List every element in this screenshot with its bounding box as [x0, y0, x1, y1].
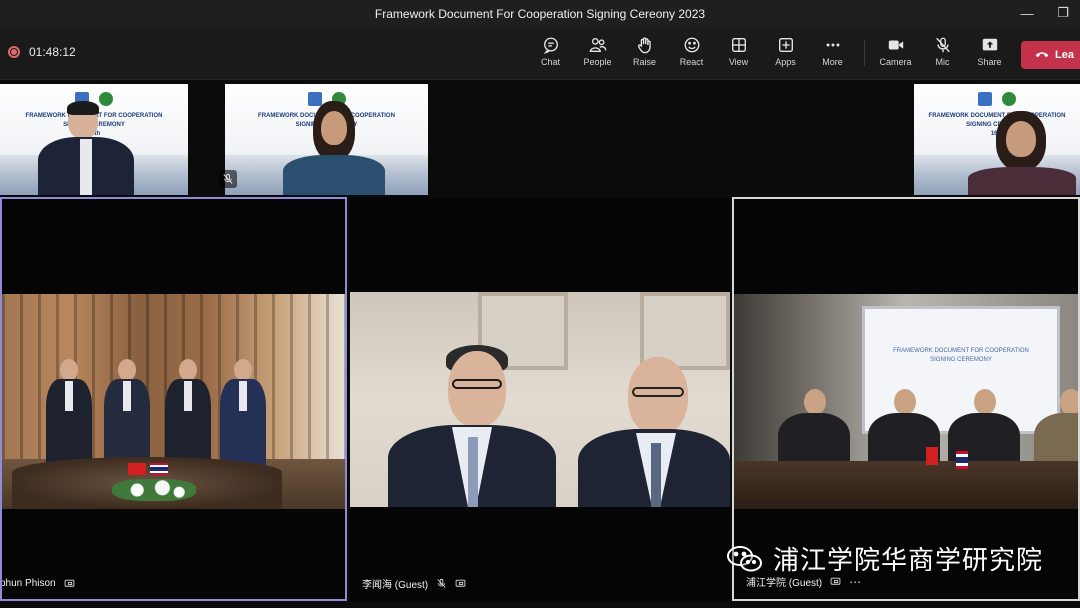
people-icon — [589, 38, 606, 52]
person — [220, 359, 266, 469]
mic-muted-icon — [437, 578, 446, 588]
china-flag-icon — [128, 463, 146, 475]
participant-video — [968, 111, 1076, 195]
mic-muted-indicator — [219, 170, 237, 188]
view-icon — [731, 38, 746, 52]
window-controls: — ❐ — [1018, 4, 1072, 22]
participant-video — [2, 294, 345, 509]
screen-share-icon — [455, 579, 466, 587]
slide-logos — [978, 92, 1016, 106]
conference-table — [734, 461, 1078, 509]
toolbar-separator — [864, 40, 865, 66]
thailand-flag-icon — [150, 463, 168, 475]
screen-share-icon — [830, 577, 841, 585]
meeting-toolbar: 01:48:12 Chat People Raise React View Ap… — [0, 28, 1080, 80]
recording-icon — [8, 46, 20, 58]
china-flag-icon — [926, 447, 938, 465]
camera-icon — [888, 40, 903, 50]
hang-up-icon — [1035, 52, 1049, 58]
raise-hand-button[interactable]: Raise — [621, 36, 668, 67]
participant-tile[interactable]: 李闻海 (Guest) — [350, 197, 730, 601]
screen-share-icon — [64, 579, 74, 587]
person — [778, 389, 850, 469]
shield-logo-icon — [307, 92, 322, 106]
react-button[interactable]: React — [668, 36, 715, 67]
people-button[interactable]: People — [574, 36, 621, 67]
person — [388, 345, 556, 507]
teams-meeting-window: Framework Document For Cooperation Signi… — [0, 0, 1080, 608]
participant-video: FRAMEWORK DOCUMENT FOR COOPERATION SIGNIN… — [734, 294, 1078, 509]
window-title: Framework Document For Cooperation Signi… — [374, 7, 706, 21]
raise-hand-icon — [637, 37, 651, 54]
seal-logo-icon — [1002, 92, 1016, 106]
more-button[interactable]: More — [809, 36, 856, 67]
toolbar-main-group: Chat People Raise React View Apps More — [527, 36, 856, 67]
chat-icon — [543, 37, 558, 54]
participant-name: phun Phison — [0, 578, 56, 589]
mic-muted-icon — [935, 37, 950, 53]
thailand-flag-icon — [956, 451, 968, 469]
person — [578, 357, 730, 507]
share-button[interactable]: Share — [966, 36, 1013, 67]
participant-name: 李闻海 (Guest) — [362, 580, 429, 591]
participant-name-plate: 李闻海 (Guest) — [362, 576, 466, 591]
recording-indicator: 01:48:12 — [8, 45, 76, 59]
mic-muted-icon — [223, 174, 233, 184]
wechat-watermark: 浦江学院华商学研究院 — [725, 540, 1043, 577]
apps-button[interactable]: Apps — [762, 36, 809, 67]
wechat-icon — [725, 544, 765, 574]
react-icon — [684, 37, 699, 53]
mic-button[interactable]: Mic — [919, 36, 966, 67]
participant-thumbnail[interactable]: FRAMEWORK DOCUMENT FOR COOPERATIONSIGNIN… — [225, 84, 428, 195]
share-icon — [982, 38, 997, 51]
projection-slide-text: FRAMEWORK DOCUMENT FOR COOPERATION SIGNIN… — [893, 348, 1029, 363]
participant-video — [38, 101, 134, 195]
person — [165, 359, 211, 469]
person — [46, 359, 92, 469]
participant-name-plate: phun Phison — [0, 578, 75, 589]
chat-button[interactable]: Chat — [527, 36, 574, 67]
title-bar: Framework Document For Cooperation Signi… — [0, 0, 1080, 28]
leave-button[interactable]: Lea — [1021, 41, 1080, 69]
restore-icon[interactable]: ❐ — [1054, 4, 1072, 22]
recording-timer: 01:48:12 — [29, 45, 76, 59]
minimize-icon[interactable]: — — [1018, 4, 1036, 22]
view-button[interactable]: View — [715, 36, 762, 67]
watermark-text: 浦江学院华商学研究院 — [773, 546, 1044, 576]
person — [104, 359, 150, 469]
toolbar-device-group: Camera Mic Share — [872, 36, 1013, 67]
apps-icon — [778, 38, 793, 52]
participant-tile[interactable]: phun Phison — [0, 197, 347, 601]
participant-video — [350, 292, 730, 507]
participant-video — [283, 101, 385, 195]
shield-logo-icon — [978, 92, 992, 106]
flower-arrangement — [112, 479, 196, 501]
leave-label: Lea — [1055, 49, 1074, 61]
person — [1034, 389, 1078, 469]
participant-thumbnail[interactable]: FRAMEWORK DOCUMENT FOR COOPERATIONSIGNIN… — [0, 84, 188, 195]
more-icon — [826, 43, 839, 47]
participant-thumbnail[interactable]: FRAMEWORK DOCUMENT FOR COOPERATIONSIGNIN… — [914, 84, 1080, 195]
camera-button[interactable]: Camera — [872, 36, 919, 67]
